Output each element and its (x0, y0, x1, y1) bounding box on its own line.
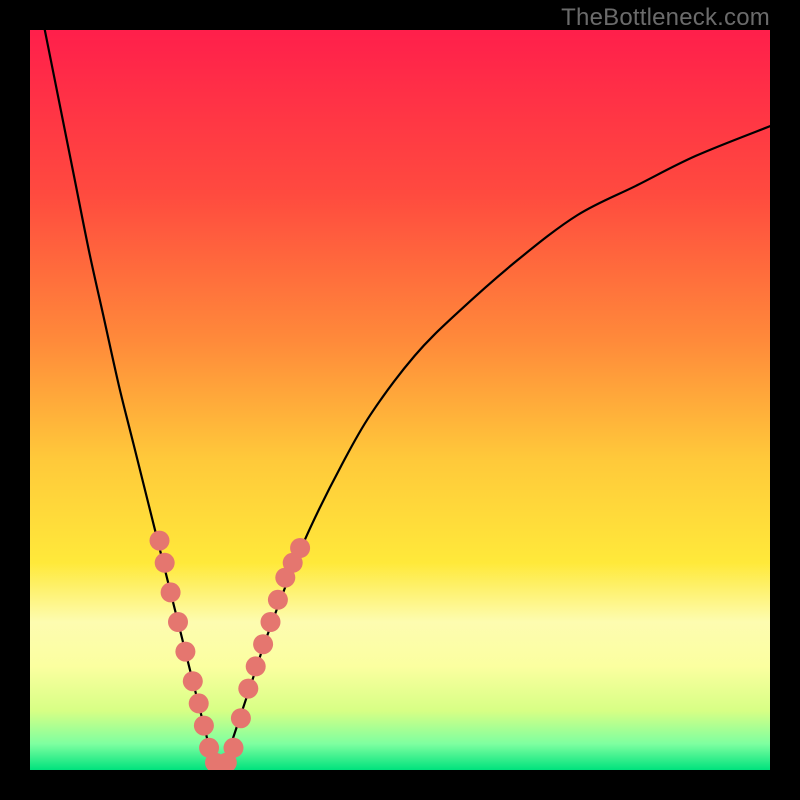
highlight-dot (253, 634, 273, 654)
highlight-dot (161, 582, 181, 602)
highlight-dot (150, 531, 170, 551)
highlight-dots (150, 531, 311, 770)
highlight-dot (168, 612, 188, 632)
highlight-dot (231, 708, 251, 728)
highlight-dot (224, 738, 244, 758)
chart-stage: TheBottleneck.com (0, 0, 800, 800)
highlight-dot (261, 612, 281, 632)
highlight-dot (290, 538, 310, 558)
highlight-dot (183, 671, 203, 691)
highlight-dot (194, 716, 214, 736)
plot-area (30, 30, 770, 770)
right-branch-curve (222, 126, 770, 770)
watermark-label: TheBottleneck.com (561, 4, 770, 32)
highlight-dot (155, 553, 175, 573)
highlight-dot (246, 656, 266, 676)
curve-layer (30, 30, 770, 770)
highlight-dot (175, 642, 195, 662)
highlight-dot (268, 590, 288, 610)
highlight-dot (189, 693, 209, 713)
highlight-dot (238, 679, 258, 699)
